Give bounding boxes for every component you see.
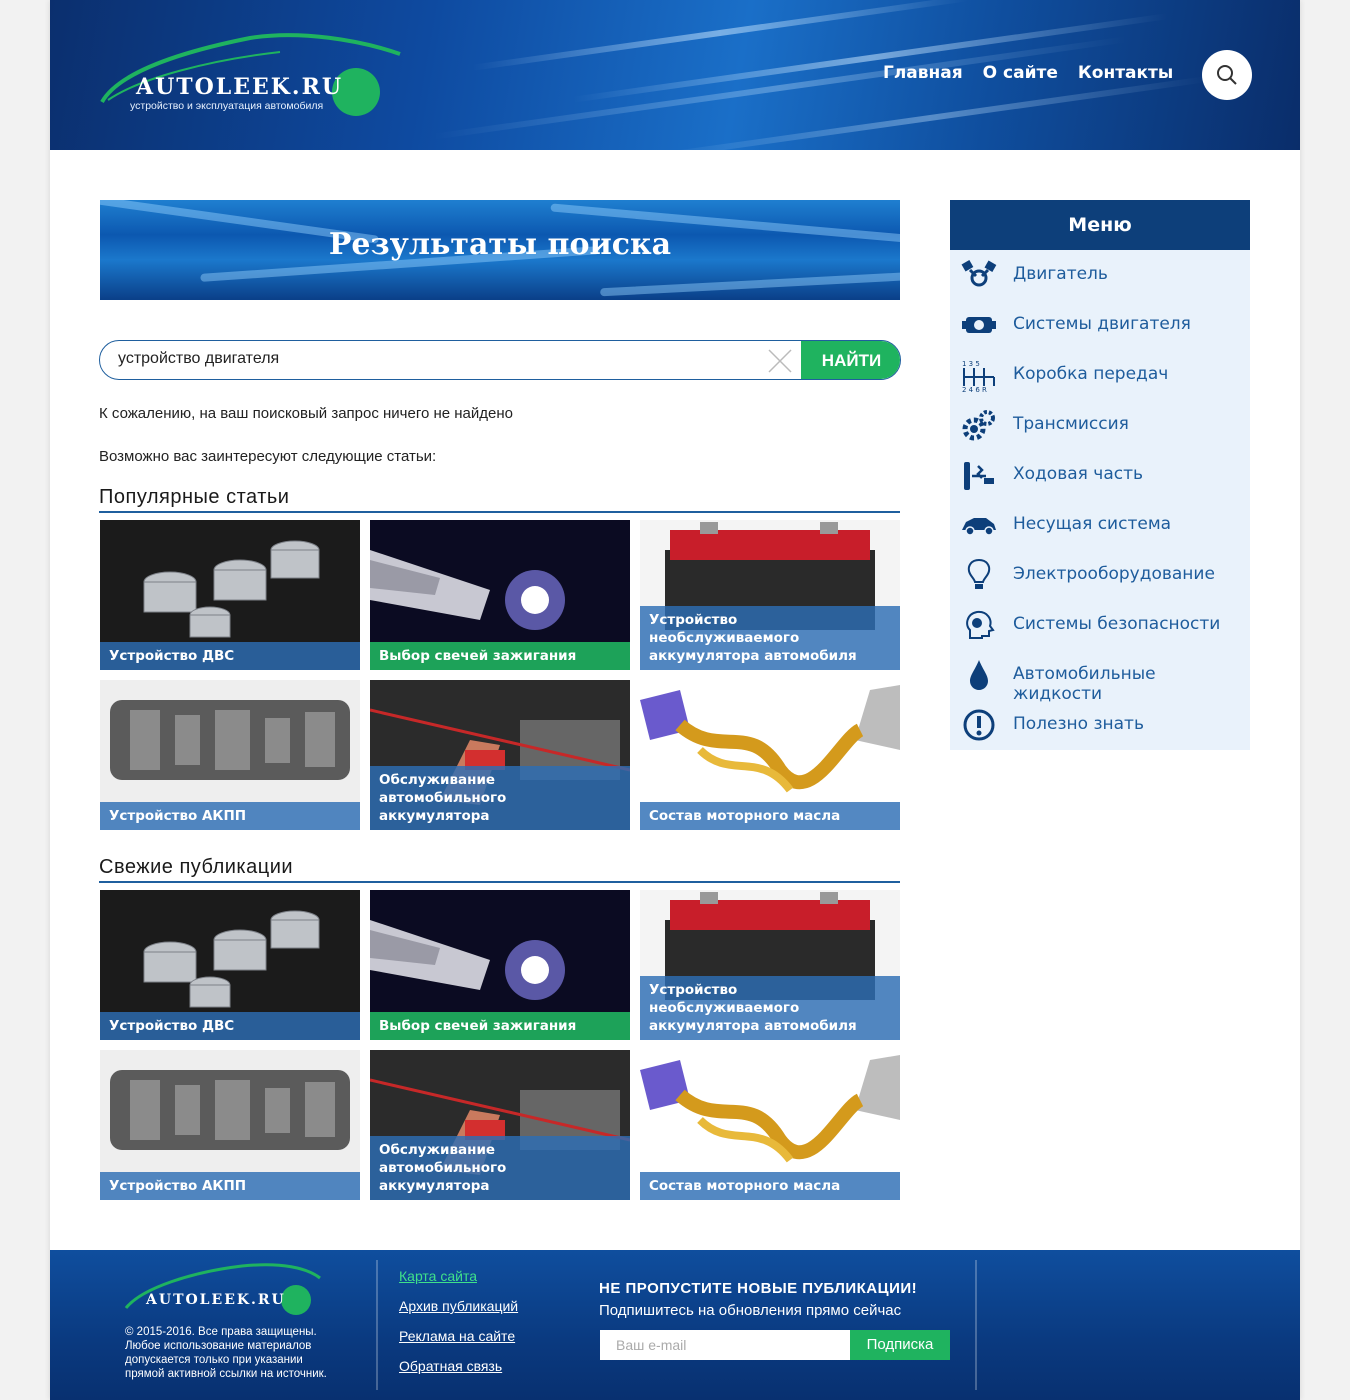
sidebar-item-label: Полезно знать [1013, 714, 1144, 734]
sidebar-item-electrical[interactable]: Электрооборудование [950, 550, 1250, 600]
article-caption: Устройство ДВС [100, 1012, 360, 1040]
popular-title: Популярные статьи [99, 486, 900, 513]
footer-links: Карта сайта Архив публикаций Реклама на … [399, 1268, 518, 1388]
sidebar-item-gearbox[interactable]: 1 3 5 2 4 6 R Коробка передач [950, 350, 1250, 400]
sidebar-item-label: Ходовая часть [1013, 464, 1143, 484]
article-caption: Обслуживание автомобильного аккумулятора [370, 1136, 630, 1200]
suggest-message: Возможно вас заинтересуют следующие стат… [99, 448, 437, 465]
logo-tagline: устройство и эксплуатация автомобиля [130, 100, 324, 112]
article-card[interactable]: Обслуживание автомобильного аккумулятора [370, 1050, 630, 1200]
article-card[interactable]: Выбор свечей зажигания [370, 520, 630, 670]
nav-home[interactable]: Главная [883, 63, 963, 83]
footer-link-feedback[interactable]: Обратная связь [399, 1358, 518, 1376]
exclamation-icon [963, 709, 995, 741]
footer-link-advertising[interactable]: Реклама на сайте [399, 1328, 518, 1346]
article-card[interactable]: Устройство необслуживаемого аккумулятора… [640, 520, 900, 670]
article-caption: Состав моторного масла [640, 802, 900, 830]
sidebar-item-label: Системы двигателя [1013, 314, 1191, 334]
sidebar-item-chassis[interactable]: Ходовая часть [950, 450, 1250, 500]
article-caption: Устройство необслуживаемого аккумулятора… [640, 976, 900, 1040]
article-card[interactable]: Состав моторного масла [640, 680, 900, 830]
svg-text:1 3 5: 1 3 5 [962, 360, 980, 368]
sidebar-item-body[interactable]: Несущая система [950, 500, 1250, 550]
gear-shift-icon: 1 3 5 2 4 6 R [962, 360, 995, 392]
article-card[interactable]: Устройство АКПП [100, 1050, 360, 1200]
sidebar-item-safety[interactable]: Системы безопасности [950, 600, 1250, 650]
suspension-icon [964, 462, 994, 490]
safety-head-icon [966, 610, 995, 639]
article-caption: Выбор свечей зажигания [370, 642, 630, 670]
footer-logo[interactable]: AUTOLEEK.RU [122, 1258, 322, 1328]
sidebar-item-label: Коробка передач [1013, 364, 1169, 384]
sidebar-item-engine[interactable]: Двигатель [950, 250, 1250, 300]
fresh-title: Свежие публикации [99, 856, 900, 883]
site-header: AUTOLEEK.RU устройство и эксплуатация ав… [50, 0, 1300, 150]
article-card[interactable]: Устройство ДВС [100, 890, 360, 1040]
engine-pistons-icon [961, 260, 997, 287]
subscribe-button[interactable]: Подписка [850, 1330, 950, 1360]
gears-icon [962, 410, 995, 441]
search-input[interactable]: устройство двигателя [118, 350, 279, 368]
clear-icon[interactable] [765, 346, 795, 376]
footer-divider [975, 1260, 977, 1390]
footer-divider [376, 1260, 378, 1390]
not-found-message: К сожалению, на ваш поисковый запрос нич… [99, 405, 514, 422]
sidebar-menu: Двигатель Системы двигателя 1 3 5 2 4 6 R… [950, 250, 1250, 750]
sidebar-item-label: Электрооборудование [1013, 564, 1215, 584]
logo-car-swoosh-icon: AUTOLEEK.RU [124, 1263, 321, 1315]
drop-icon [970, 660, 988, 690]
engine-block-icon [962, 317, 996, 333]
footer-link-archive[interactable]: Архив публикаций [399, 1298, 518, 1316]
article-caption: Обслуживание автомобильного аккумулятора [370, 766, 630, 830]
email-field[interactable]: Ваш e-mail [600, 1330, 850, 1360]
light-bulb-icon [967, 558, 991, 589]
article-card[interactable]: Состав моторного масла [640, 1050, 900, 1200]
main-nav: Главная О сайте Контакты [883, 63, 1173, 83]
sidebar-item-label: Трансмиссия [1013, 414, 1129, 434]
sidebar-item-label: Автомобильные жидкости [1013, 664, 1156, 704]
article-card[interactable]: Устройство АКПП [100, 680, 360, 830]
site-logo[interactable]: AUTOLEEK.RU устройство и эксплуатация ав… [100, 30, 410, 120]
article-caption: Устройство необслуживаемого аккумулятора… [640, 606, 900, 670]
article-caption: Устройство АКПП [100, 802, 360, 830]
page-title: Результаты поиска [328, 227, 672, 262]
nav-about[interactable]: О сайте [983, 63, 1058, 83]
sidebar-item-label: Двигатель [1013, 264, 1108, 284]
svg-text:2 4 6 R: 2 4 6 R [962, 386, 987, 392]
article-card[interactable]: Устройство необслуживаемого аккумулятора… [640, 890, 900, 1040]
article-card[interactable]: Выбор свечей зажигания [370, 890, 630, 1040]
sidebar-title: Меню [950, 200, 1250, 250]
sidebar-item-useful[interactable]: Полезно знать [950, 700, 1250, 750]
sidebar-item-transmission[interactable]: Трансмиссия [950, 400, 1250, 450]
article-card[interactable]: Обслуживание автомобильного аккумулятора [370, 680, 630, 830]
page: AUTOLEEK.RU устройство и эксплуатация ав… [50, 0, 1300, 1400]
article-caption: Устройство АКПП [100, 1172, 360, 1200]
site-footer: AUTOLEEK.RU © 2015-2016. Все права защищ… [50, 1250, 1300, 1400]
footer-logo-brand: AUTOLEEK.RU [145, 1292, 286, 1308]
article-card[interactable]: Устройство ДВС [100, 520, 360, 670]
article-caption: Выбор свечей зажигания [370, 1012, 630, 1040]
header-search-button[interactable] [1202, 50, 1252, 100]
article-caption: Состав моторного масла [640, 1172, 900, 1200]
nav-contacts[interactable]: Контакты [1078, 63, 1173, 83]
subscribe-title: НЕ ПРОПУСТИТЕ НОВЫЕ ПУБЛИКАЦИИ! [599, 1280, 918, 1297]
sidebar-item-fluids[interactable]: Автомобильные жидкости [950, 650, 1250, 704]
search-form: устройство двигателя НАЙТИ [99, 340, 901, 380]
sidebar-item-engine-systems[interactable]: Системы двигателя [950, 300, 1250, 350]
search-icon [1217, 65, 1237, 85]
page-banner: Результаты поиска [100, 200, 900, 300]
car-body-icon [962, 518, 996, 536]
sidebar-item-label: Несущая система [1013, 514, 1172, 534]
logo-brand: AUTOLEEK.RU [136, 74, 344, 100]
footer-link-sitemap[interactable]: Карта сайта [399, 1268, 518, 1286]
sidebar-item-label: Системы безопасности [1013, 614, 1221, 634]
article-caption: Устройство ДВС [100, 642, 360, 670]
footer-copyright: © 2015-2016. Все права защищены. Любое и… [125, 1326, 327, 1380]
search-submit-button[interactable]: НАЙТИ [801, 341, 900, 379]
subscribe-text: Подпишитесь на обновления прямо сейчас [599, 1302, 902, 1319]
